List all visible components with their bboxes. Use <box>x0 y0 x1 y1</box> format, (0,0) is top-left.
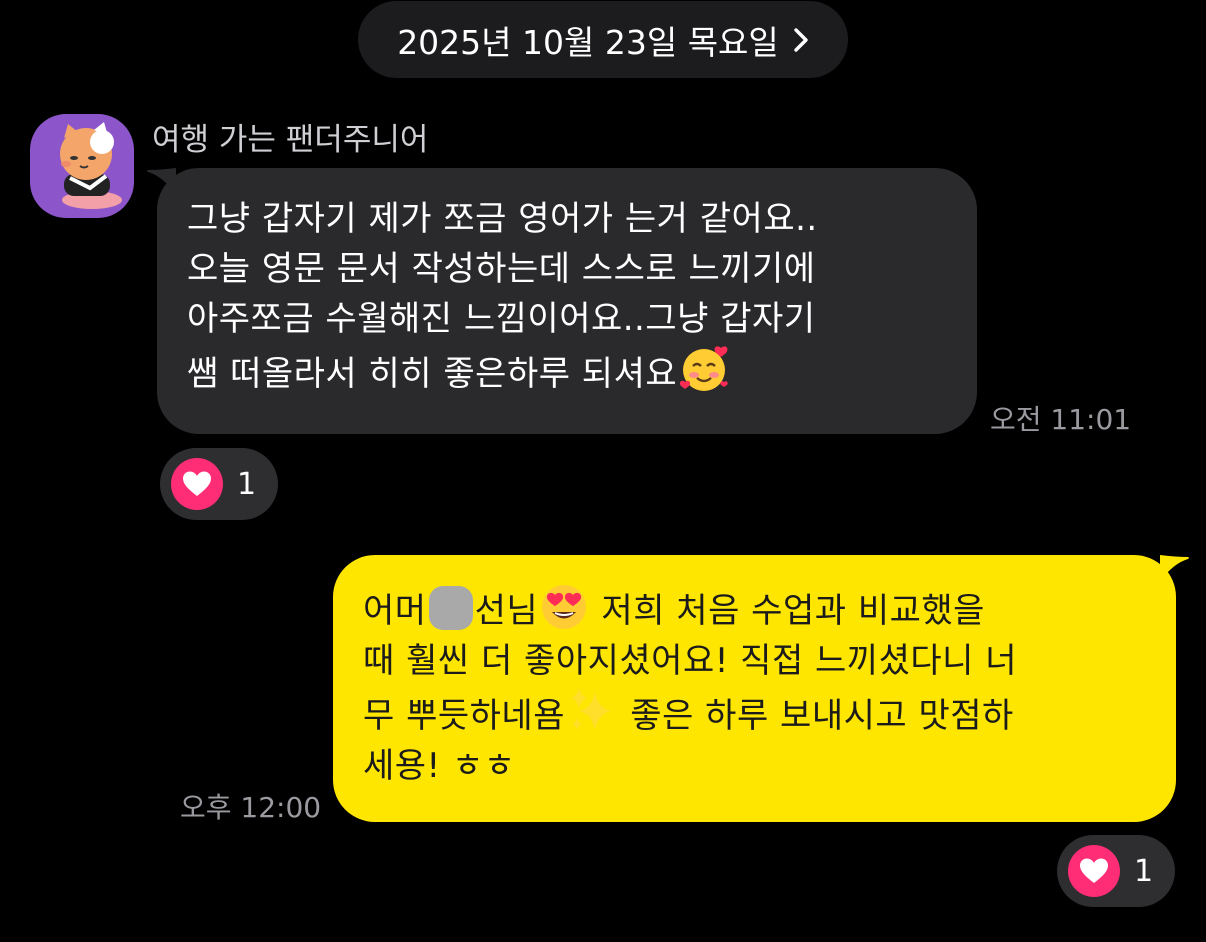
message-line: 어머 선님 저희 처음 수업과 비교했을 <box>363 581 1148 636</box>
redacted-name-blur <box>428 586 473 630</box>
heart-icon <box>1068 845 1120 897</box>
message-line-text: 쌤 떠올라서 히히 좋은하루 되셔요 <box>187 354 678 394</box>
message-text: 선님 <box>474 591 539 631</box>
message-line: 그냥 갑자기 제가 쪼금 영어가 는거 같어요.. <box>187 199 818 239</box>
sparkles-icon <box>571 688 611 730</box>
smiling-face-with-hearts-icon <box>680 346 728 391</box>
message-text: 어머 <box>363 591 427 631</box>
avatar[interactable] <box>30 114 134 218</box>
date-label: 2025년 10월 23일 목요일 <box>397 22 779 62</box>
message-line: 무 뿌듯하네욤 좋은 하루 보내시고 맛점하 <box>363 686 1148 741</box>
message-text: 무 뿌듯하네욤 <box>363 696 565 736</box>
message-timestamp: 오후 12:00 <box>180 791 322 824</box>
character-avatar-icon <box>60 122 122 209</box>
message-text: 저희 처음 수업과 비교했을 <box>590 591 985 631</box>
message-line: 때 훨씬 더 좋아지셨어요! 직접 느끼셨다니 너 <box>363 641 1018 681</box>
message-line-with-emoji: 쌤 떠올라서 히히 좋은하루 되셔요 <box>187 344 949 399</box>
sender-name: 여행 가는 팬더주니어 <box>152 122 429 158</box>
incoming-message-bubble[interactable]: 그냥 갑자기 제가 쪼금 영어가 는거 같어요.. 오늘 영문 문서 작성하는데… <box>157 168 977 434</box>
date-header-button[interactable]: 2025년 10월 23일 목요일 <box>358 1 848 78</box>
message-timestamp: 오전 11:01 <box>990 403 1132 436</box>
outgoing-message-bubble[interactable]: 어머 선님 저희 처음 수업과 비교했을 때 훨씬 더 좋아지셨어요! 직접 느끼… <box>333 555 1176 822</box>
heart-reaction-badge[interactable]: 1 <box>1057 835 1175 907</box>
message-text: 좋은 하루 보내시고 맛점하 <box>619 696 1014 736</box>
heart-icon <box>171 458 223 510</box>
heart-eyes-emoji-icon <box>542 585 587 629</box>
chevron-right-icon <box>794 27 808 52</box>
reaction-count: 1 <box>1134 853 1154 889</box>
message-line: 세용! ㅎㅎ <box>363 746 516 786</box>
heart-reaction-badge[interactable]: 1 <box>160 448 278 520</box>
message-line: 아주쪼금 수월해진 느낌이어요..그냥 갑자기 <box>187 299 816 339</box>
reaction-count: 1 <box>237 466 257 502</box>
message-line: 오늘 영문 문서 작성하는데 스스로 느끼기에 <box>187 249 816 289</box>
